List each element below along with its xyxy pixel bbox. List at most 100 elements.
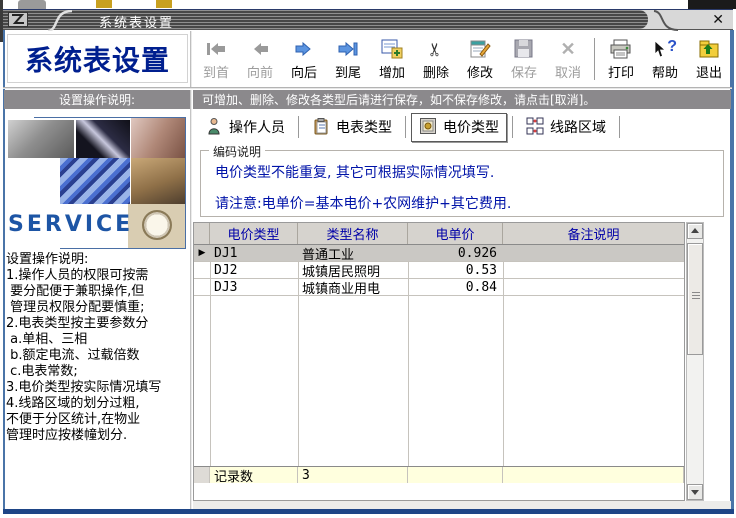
nav-prev-icon	[250, 37, 270, 61]
background-fragment	[96, 0, 112, 8]
groupbox-note-line: 请注意:电单价=基本电价+农网维护+其它费用.	[215, 193, 723, 213]
tab-separator	[405, 116, 406, 138]
delete-button[interactable]: ✂ 删除	[414, 33, 458, 85]
edit-label: 修改	[467, 62, 493, 81]
footer-empty-cell	[408, 467, 503, 483]
table-body: ▶ DJ1 普通工业 0.926 DJ2 城镇居民照明 0.53 DJ3 城镇商…	[194, 245, 684, 483]
scrollbar-grip	[692, 292, 700, 300]
help-button[interactable]: ? 帮助	[643, 33, 687, 85]
nav-next-icon	[294, 37, 314, 61]
nav-prev-button[interactable]: 向前	[238, 33, 282, 85]
nav-last-icon	[337, 37, 359, 61]
groupbox-title: 编码说明	[209, 143, 265, 160]
printer-icon	[609, 37, 633, 61]
divider	[190, 90, 192, 509]
row-selector-header	[194, 223, 210, 244]
column-header-price[interactable]: 电单价	[408, 223, 503, 244]
toolbar-separator	[594, 38, 595, 80]
triangle-down-icon	[691, 490, 699, 495]
price-type-table: 电价类型 类型名称 电单价 备注说明 ▶ DJ1 普通工业 0.926 DJ2 …	[193, 222, 685, 501]
sidebar-header-bar: 设置操作说明:	[4, 90, 190, 109]
cell-name: 城镇居民照明	[298, 262, 408, 278]
save-icon	[512, 37, 536, 61]
cell-code: DJ2	[210, 262, 298, 278]
blocks-icon	[526, 117, 544, 138]
scroll-down-button[interactable]	[687, 484, 703, 500]
nav-first-label: 到首	[203, 62, 229, 81]
nav-next-label: 向后	[291, 62, 317, 81]
scroll-up-button[interactable]	[687, 223, 703, 239]
titlebar-curve-decoration	[651, 10, 681, 31]
column-header-note[interactable]: 备注说明	[503, 223, 684, 244]
cell-name: 普通工业	[298, 245, 408, 261]
exit-button[interactable]: 退出	[687, 33, 731, 85]
collage-photo-watch	[128, 204, 185, 248]
tab-operators[interactable]: 操作人员	[198, 114, 293, 141]
background-fragment	[156, 0, 172, 8]
nav-last-button[interactable]: 到尾	[326, 33, 370, 85]
instruction-line: 设置操作说明:	[6, 252, 190, 268]
collage-photo-keyboard	[60, 158, 130, 204]
tab-meter-type[interactable]: 电表类型	[304, 114, 400, 141]
window-title: 系统表设置	[99, 12, 174, 31]
delete-label: 删除	[423, 62, 449, 81]
collage-photo-fabric	[131, 158, 185, 204]
instruction-line: c.电表常数;	[6, 364, 190, 380]
tab-line-area[interactable]: 线路区域	[518, 114, 614, 141]
help-label: 帮助	[652, 62, 678, 81]
window-border	[3, 509, 734, 514]
vertical-scrollbar[interactable]	[686, 222, 704, 501]
instruction-line: b.额定电流、过载倍数	[6, 348, 190, 364]
table-row[interactable]: DJ2 城镇居民照明 0.53	[194, 262, 684, 279]
divider	[3, 87, 732, 89]
scissors-icon: ✂	[428, 37, 443, 61]
table-row[interactable]: DJ3 城镇商业用电 0.84	[194, 279, 684, 296]
cancel-button[interactable]: ✕ 取消	[546, 33, 590, 85]
close-icon[interactable]: ✕	[712, 12, 724, 28]
tab-separator	[298, 116, 299, 138]
footer-empty-cell	[503, 467, 684, 483]
divider	[190, 31, 192, 87]
column-header-code[interactable]: 电价类型	[210, 223, 298, 244]
ledger-icon	[419, 117, 437, 138]
save-button[interactable]: 保存	[502, 33, 546, 85]
nav-first-button[interactable]: 到首	[194, 33, 238, 85]
tab-price-type-label: 电价类型	[443, 117, 499, 137]
tab-price-type[interactable]: 电价类型	[411, 113, 507, 142]
tab-meter-type-label: 电表类型	[336, 117, 392, 137]
tab-operators-label: 操作人员	[229, 117, 285, 137]
titlebar-curve-decoration	[45, 10, 75, 31]
record-count-row: 记录数 3	[194, 466, 684, 483]
exit-label: 退出	[696, 62, 722, 81]
add-label: 增加	[379, 62, 405, 81]
edit-button[interactable]: 修改	[458, 33, 502, 85]
instruction-line: 2.电表类型按主要参数分	[6, 316, 190, 332]
nav-next-button[interactable]: 向后	[282, 33, 326, 85]
add-button[interactable]: 增加	[370, 33, 414, 85]
instruction-line: 要分配便于兼职操作,但	[6, 284, 190, 300]
cell-name: 城镇商业用电	[298, 279, 408, 295]
row-selector	[194, 262, 210, 278]
tab-bar: 操作人员 电表类型 电价类型 线路区域	[198, 112, 625, 142]
cell-code: DJ1	[210, 245, 298, 261]
record-count-value: 3	[298, 467, 408, 483]
instruction-line: 管理员权限分配要慎重;	[6, 300, 190, 316]
collage-photo-pliers	[131, 118, 185, 158]
cell-price: 0.53	[408, 262, 503, 278]
cell-code: DJ3	[210, 279, 298, 295]
table-row[interactable]: ▶ DJ1 普通工业 0.926	[194, 245, 684, 262]
tab-separator	[512, 116, 513, 138]
titlebar[interactable]: 系统表设置 ✕	[3, 9, 733, 30]
help-icon: ?	[653, 37, 677, 61]
toolbar: 到首 向前 向后 到尾 增加 ✂ 删除	[194, 32, 731, 86]
cell-note	[503, 279, 684, 295]
instruction-line: 3.电价类型按实际情况填写	[6, 380, 190, 396]
collage-photo-pen	[76, 120, 130, 158]
column-header-name[interactable]: 类型名称	[298, 223, 408, 244]
scrollbar-thumb[interactable]	[687, 243, 703, 355]
cell-price: 0.84	[408, 279, 503, 295]
record-count-label: 记录数	[210, 467, 298, 483]
cell-note	[503, 245, 684, 261]
print-button[interactable]: 打印	[599, 33, 643, 85]
footer-selector-cell	[194, 467, 210, 483]
